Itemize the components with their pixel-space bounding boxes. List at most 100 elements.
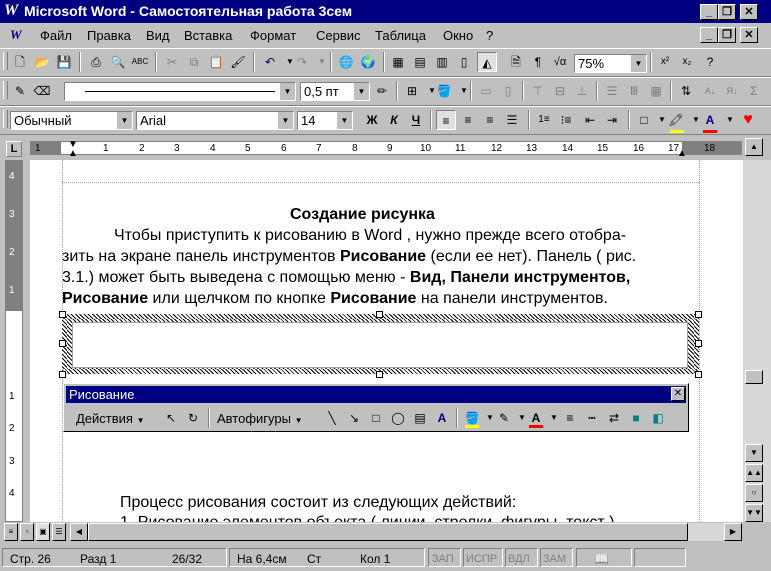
dash-style-icon[interactable]: ┅ [582,408,602,428]
drawing-toolbar-title-bar[interactable]: Рисование [66,386,686,403]
scroll-up-button[interactable]: ▲ [745,138,763,156]
drawing-toolbar[interactable]: Рисование ✕ Действия ▼ ↖ ↻ Автофигуры ▼ … [63,383,689,432]
resize-handle[interactable] [376,371,383,378]
free-rotate-icon[interactable]: ↻ [183,408,203,428]
style-combo[interactable]: Обычный ▼ [10,111,133,130]
line-style-icon[interactable]: ≡ [560,408,580,428]
previous-page-button[interactable]: ▲▲ [745,464,763,482]
scroll-thumb[interactable] [745,370,763,384]
equation-icon[interactable]: √α [550,52,570,72]
print-preview-icon[interactable]: 🔍 [108,52,128,72]
doc-restore-button[interactable]: ❐ [718,27,736,43]
line-weight-combo[interactable]: 0,5 пт ▼ [300,82,370,101]
rectangle-icon[interactable]: □ [366,408,386,428]
resize-handle[interactable] [695,371,702,378]
doc-minimize-button[interactable]: _ [700,27,718,43]
font-color-dropdown-icon[interactable]: ▼ [720,110,740,130]
line-color-icon[interactable]: ✎ [494,408,514,428]
outline-view-button[interactable]: ☰ [52,523,66,541]
print-icon[interactable]: ⎙ [86,52,106,72]
drawing-toggle-icon[interactable]: ◭ [477,52,497,72]
center-vertically-icon[interactable]: ⊟ [550,81,570,101]
word-icon[interactable]: W [4,2,22,20]
superscript-icon[interactable]: x² [655,52,675,72]
status-track-changes[interactable]: ИСПР [466,550,497,568]
columns-icon[interactable]: ▯ [454,52,474,72]
left-indent-marker[interactable]: ▲ [68,148,78,159]
right-indent-marker[interactable]: ▲ [677,148,687,159]
sort-ascending-icon[interactable]: A↓ [700,81,720,101]
draw-table-icon[interactable]: ✎ [10,81,30,101]
eraser-icon[interactable]: ⌫ [32,81,52,101]
distribute-rows-icon[interactable]: ☰ [602,81,622,101]
copy-icon[interactable]: ⧉ [184,52,204,72]
menu-format[interactable]: Формат [250,28,296,43]
title-bar[interactable]: W Microsoft Word - Самостоятельная работ… [0,0,771,23]
doc-close-button[interactable]: ✕ [740,27,758,43]
status-record-macro[interactable]: ЗАП [432,550,454,568]
shadow-icon[interactable]: ■ [626,408,646,428]
outside-border-icon[interactable]: □ [634,110,654,130]
menu-edit[interactable]: Правка [87,28,131,43]
bold-button[interactable]: Ж [362,110,382,130]
close-button[interactable]: ✕ [740,4,758,20]
numbering-icon[interactable]: 1≡ [534,110,554,130]
border-color-icon[interactable]: ✏ [372,81,392,101]
heart-icon[interactable]: ♥ [738,110,758,130]
font-color-icon[interactable]: A [700,110,720,130]
format-painter-icon[interactable]: 🖌 [228,52,248,72]
document-page[interactable]: Создание рисунка Чтобы приступить к рисо… [30,160,743,522]
resize-handle[interactable] [59,311,66,318]
align-center-icon[interactable]: ≡ [458,110,478,130]
web-toolbar-icon[interactable]: 🌍 [358,52,378,72]
spelling-icon[interactable]: ABC [130,52,150,72]
toolbar-grip[interactable] [3,110,8,128]
vertical-scrollbar[interactable]: ▲ ▼ ▲▲ ○ ▼▼ [743,138,771,522]
align-bottom-icon[interactable]: ⊥ [572,81,592,101]
bullets-icon[interactable]: ⁝≡ [556,110,576,130]
next-page-button[interactable]: ▼▼ [745,504,763,522]
line-weight-dropdown-icon[interactable]: ▼ [353,83,369,100]
italic-button[interactable]: К [384,110,404,130]
horizontal-scrollbar[interactable]: ≡ ▫ ▣ ☰ ◀ ▶ [0,522,771,542]
open-icon[interactable]: 📂 [32,52,52,72]
align-left-icon[interactable]: ≡ [436,110,456,130]
drawing-toolbar-close-icon[interactable]: ✕ [671,387,685,401]
redo-icon[interactable]: ↷ [292,52,312,72]
hscroll-thumb[interactable] [88,523,688,541]
office-assistant-icon[interactable]: ? [700,52,720,72]
resize-handle[interactable] [695,340,702,347]
menu-window[interactable]: Окно [443,28,473,43]
frame-content[interactable] [72,322,688,368]
line-style-combo[interactable]: ▼ [64,82,296,101]
autosum-icon[interactable]: Σ [744,81,764,101]
arrow-style-icon[interactable]: ⇄ [604,408,624,428]
sort-descending-icon[interactable]: Я↓ [722,81,742,101]
normal-view-button[interactable]: ≡ [4,523,18,541]
oval-icon[interactable]: ◯ [388,408,408,428]
restore-button[interactable]: ❐ [718,4,736,20]
new-document-icon[interactable]: 🗋 [10,52,30,72]
select-objects-icon[interactable]: ↖ [161,408,181,428]
scroll-right-button[interactable]: ▶ [724,523,742,541]
distribute-columns-icon[interactable]: Ⅲ [624,81,644,101]
print-layout-button[interactable]: ▣ [36,523,50,541]
style-dropdown-icon[interactable]: ▼ [116,112,132,129]
merge-cells-icon[interactable]: ▭ [476,81,496,101]
resize-handle[interactable] [376,311,383,318]
cut-icon[interactable]: ✂ [162,52,182,72]
resize-handle[interactable] [59,340,66,347]
align-right-icon[interactable]: ≡ [480,110,500,130]
document-map-icon[interactable]: 🗎 [506,52,526,72]
resize-handle[interactable] [59,371,66,378]
decrease-indent-icon[interactable]: ⇤ [580,110,600,130]
line-icon[interactable]: ╲ [322,408,342,428]
menu-insert[interactable]: Вставка [184,28,232,43]
insert-table-icon[interactable]: ▤ [410,52,430,72]
highlight-icon[interactable]: 🖍 [666,110,686,130]
tab-stop-selector[interactable]: L [6,141,22,157]
menu-view[interactable]: Вид [146,28,170,43]
ruler-strip[interactable]: 1 1 2 3 4 5 6 7 8 9 10 11 12 13 14 15 16… [30,139,742,159]
redo-dropdown-icon[interactable]: ▼ [312,52,332,72]
menu-file[interactable]: Файл [40,28,72,43]
